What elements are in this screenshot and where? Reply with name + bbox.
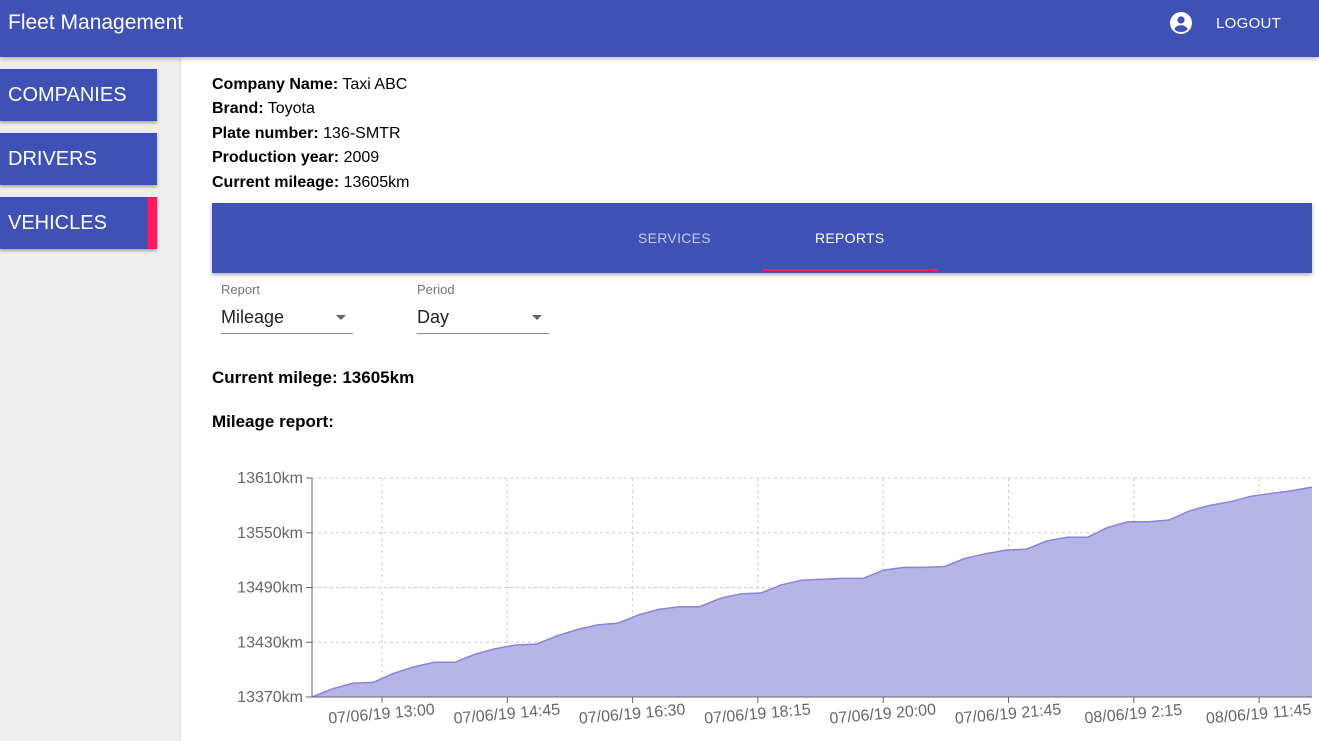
tab-bar: SERVICES REPORTS xyxy=(212,203,1312,273)
production-year-row: Production year: 2009 xyxy=(212,148,379,168)
x-tick-label: 08/06/19 11:45 xyxy=(1205,701,1312,727)
x-tick-label: 07/06/19 14:45 xyxy=(453,701,561,727)
x-tick-label: 07/06/19 13:00 xyxy=(328,701,436,727)
report-select[interactable]: Mileage xyxy=(221,305,353,334)
x-tick-label: 07/06/19 16:30 xyxy=(578,701,686,727)
app-title: Fleet Management xyxy=(8,11,184,34)
sidebar-item-companies[interactable]: COMPANIES xyxy=(0,69,157,121)
x-tick-label: 07/06/19 20:00 xyxy=(829,701,937,727)
app-bar: Fleet Management LOGOUT xyxy=(0,0,1319,57)
current-mileage-value: 13605km xyxy=(343,174,410,191)
current-mileage-row: Current mileage: 13605km xyxy=(212,173,409,193)
brand-value: Toyota xyxy=(267,100,315,117)
y-tick-label: 13430km xyxy=(237,634,303,651)
logout-button[interactable]: LOGOUT xyxy=(1216,15,1281,32)
account-circle-icon[interactable] xyxy=(1169,11,1193,35)
period-select-label: Period xyxy=(417,282,455,297)
plate-row: Plate number: 136-SMTR xyxy=(212,124,401,144)
mileage-report-heading: Mileage report: xyxy=(212,412,334,431)
current-mileage-label: Current mileage: xyxy=(212,174,340,191)
brand-label: Brand: xyxy=(212,100,264,117)
y-tick-label: 13610km xyxy=(237,470,303,487)
x-tick-label: 08/06/19 2:15 xyxy=(1084,702,1183,727)
tab-services[interactable]: SERVICES xyxy=(638,230,711,246)
company-name-label: Company Name: xyxy=(212,76,339,93)
company-name-value: Taxi ABC xyxy=(342,76,408,93)
mileage-chart: 13610km 13550km 13490km 13430km 13370km 07/06… xyxy=(237,470,1312,728)
period-select-value: Day xyxy=(417,307,450,327)
company-name-row: Company Name: Taxi ABC xyxy=(212,75,407,95)
brand-row: Brand: Toyota xyxy=(212,99,315,119)
report-select-value: Mileage xyxy=(221,307,285,327)
period-select[interactable]: Day xyxy=(417,305,549,334)
sidebar-item-drivers[interactable]: DRIVERS xyxy=(0,133,157,185)
y-tick-label: 13490km xyxy=(237,580,303,597)
y-tick-label: 13550km xyxy=(237,525,303,542)
report-select-label: Report xyxy=(221,282,261,297)
current-mileage-heading: Current milege: 13605km xyxy=(212,368,415,387)
plate-label: Plate number: xyxy=(212,125,319,142)
area-fill xyxy=(312,487,1312,697)
x-tick-label: 07/06/19 21:45 xyxy=(954,701,1062,727)
active-tab-indicator xyxy=(763,269,938,271)
production-year-value: 2009 xyxy=(343,149,380,166)
dropdown-arrow-icon xyxy=(532,315,542,320)
sidebar: COMPANIES DRIVERS VEHICLES xyxy=(0,57,179,741)
sidebar-item-vehicles[interactable]: VEHICLES xyxy=(0,197,157,249)
production-year-label: Production year: xyxy=(212,149,340,166)
y-tick-label: 13370km xyxy=(237,689,303,706)
plate-value: 136-SMTR xyxy=(323,125,401,142)
tab-reports[interactable]: REPORTS xyxy=(815,230,885,246)
dropdown-arrow-icon xyxy=(336,315,346,320)
x-tick-label: 07/06/19 18:15 xyxy=(704,701,812,727)
